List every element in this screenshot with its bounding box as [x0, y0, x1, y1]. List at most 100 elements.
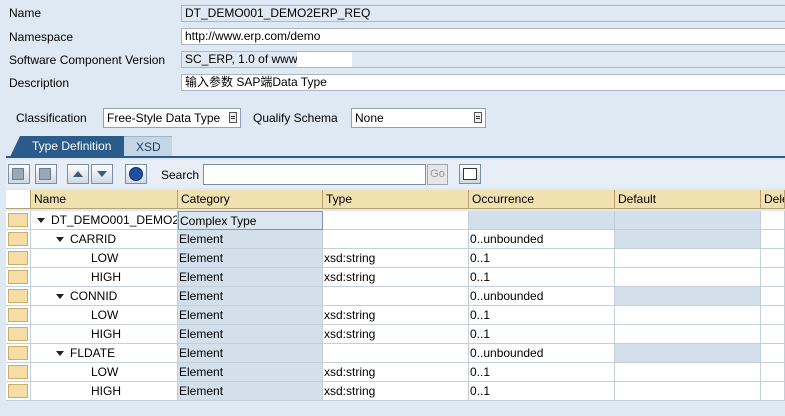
- category-value: Element: [179, 346, 224, 360]
- table-row[interactable]: CONNID Element 0..unbounded: [6, 287, 785, 306]
- row-selector[interactable]: [6, 230, 31, 249]
- occurrence-cell: 0..1: [469, 268, 615, 287]
- type-cell: xsd:string: [323, 382, 469, 401]
- redacted-mask: [297, 52, 352, 67]
- row-selector[interactable]: [6, 363, 31, 382]
- name-cell[interactable]: HIGH: [31, 382, 178, 401]
- table-row[interactable]: HIGH Element xsd:string 0..1: [6, 382, 785, 401]
- type-cell: xsd:string: [323, 306, 469, 325]
- dele-cell: [761, 382, 785, 401]
- category-value: Element: [179, 327, 224, 341]
- category-cell: Element: [178, 363, 323, 382]
- type-cell: xsd:string: [323, 363, 469, 382]
- row-selector-box: [8, 365, 28, 379]
- node-name: LOW: [91, 308, 119, 322]
- table-row[interactable]: LOW Element xsd:string 0..1: [6, 249, 785, 268]
- scv-field[interactable]: SC_ERP, 1.0 of www: [181, 51, 785, 68]
- node-name: LOW: [91, 365, 119, 379]
- search-input[interactable]: [203, 164, 426, 185]
- row-selector[interactable]: [6, 249, 31, 268]
- occurrence-cell: 0..1: [469, 325, 615, 344]
- name-cell[interactable]: LOW: [31, 306, 178, 325]
- select-all-cell[interactable]: [6, 190, 31, 209]
- namespace-field[interactable]: http://www.erp.com/demo: [181, 28, 785, 45]
- tab-underline: [6, 156, 785, 158]
- table-row[interactable]: HIGH Element xsd:string 0..1: [6, 268, 785, 287]
- category-value: Complex Type: [180, 214, 257, 228]
- row-selector[interactable]: [6, 287, 31, 306]
- default-col-header[interactable]: Default: [615, 190, 761, 209]
- row-selector[interactable]: [6, 382, 31, 401]
- row-selector[interactable]: [6, 211, 31, 230]
- expand-caret-icon[interactable]: [56, 237, 64, 243]
- table-row[interactable]: CARRID Element 0..unbounded: [6, 230, 785, 249]
- table-row[interactable]: FLDATE Element 0..unbounded: [6, 344, 785, 363]
- category-value: Element: [179, 308, 224, 322]
- row-selector[interactable]: [6, 306, 31, 325]
- classification-select[interactable]: Free-Style Data Type: [103, 108, 241, 128]
- occurrence-value: 0..unbounded: [470, 289, 544, 303]
- refresh-button[interactable]: [125, 164, 147, 184]
- row-selector[interactable]: [6, 268, 31, 287]
- table-row[interactable]: DT_DEMO001_DEMO2ERP_REQComplex Type: [6, 211, 785, 230]
- table-row[interactable]: LOW Element xsd:string 0..1: [6, 306, 785, 325]
- tab-type-definition[interactable]: Type Definition: [10, 136, 124, 157]
- table-row[interactable]: LOW Element xsd:string 0..1: [6, 363, 785, 382]
- name-col-header[interactable]: Name: [31, 190, 178, 209]
- dele-cell: [761, 268, 785, 287]
- default-cell: [615, 230, 761, 249]
- dele-cell: [761, 344, 785, 363]
- occurrence-cell: 0..1: [469, 249, 615, 268]
- qualify-schema-select[interactable]: None: [351, 108, 486, 128]
- arrow-up-icon: [73, 171, 83, 177]
- table-header-row: NameCategoryTypeOccurrenceDefaultDele: [6, 190, 785, 209]
- move-down-button[interactable]: [91, 164, 113, 184]
- default-cell: [615, 268, 761, 287]
- expand-caret-icon[interactable]: [56, 294, 64, 300]
- name-cell[interactable]: HIGH: [31, 325, 178, 344]
- category-col-header[interactable]: Category: [178, 190, 323, 209]
- category-value: Element: [179, 289, 224, 303]
- type-col-header[interactable]: Type: [323, 190, 469, 209]
- category-cell: Element: [178, 306, 323, 325]
- occurrence-cell: 0..unbounded: [469, 287, 615, 306]
- move-up-button[interactable]: [67, 164, 89, 184]
- category-cell: Element: [178, 382, 323, 401]
- row-selector[interactable]: [6, 344, 31, 363]
- name-cell[interactable]: LOW: [31, 249, 178, 268]
- name-cell[interactable]: DT_DEMO001_DEMO2ERP_REQ: [31, 211, 178, 230]
- type-cell: [323, 211, 469, 230]
- name-cell[interactable]: FLDATE: [31, 344, 178, 363]
- occurrence-value: 0..1: [470, 365, 491, 379]
- node-name: HIGH: [91, 270, 121, 284]
- expand-caret-icon[interactable]: [56, 351, 64, 357]
- name-cell[interactable]: CONNID: [31, 287, 178, 306]
- column-settings-icon: [463, 168, 477, 180]
- delete-col-header[interactable]: Dele: [761, 190, 785, 209]
- dele-cell: [761, 306, 785, 325]
- column-settings-button[interactable]: [459, 164, 481, 184]
- default-cell: [615, 287, 761, 306]
- name-field[interactable]: DT_DEMO001_DEMO2ERP_REQ: [181, 5, 785, 22]
- delete-row-button[interactable]: [35, 164, 57, 184]
- description-field[interactable]: 输入参数 SAP端Data Type: [181, 74, 785, 91]
- table-row[interactable]: HIGH Element xsd:string 0..1: [6, 325, 785, 344]
- category-value: Element: [179, 270, 224, 284]
- name-cell[interactable]: HIGH: [31, 268, 178, 287]
- delete-row-icon: [39, 168, 51, 180]
- category-cell: Element: [178, 268, 323, 287]
- scv-label: Software Component Version: [9, 53, 166, 67]
- occurrence-col-header[interactable]: Occurrence: [469, 190, 615, 209]
- category-cell: Element: [178, 230, 323, 249]
- dele-cell: [761, 287, 785, 306]
- name-cell[interactable]: LOW: [31, 363, 178, 382]
- go-button[interactable]: Go: [427, 164, 448, 185]
- expand-caret-icon[interactable]: [37, 218, 45, 224]
- search-label: Search: [161, 168, 200, 182]
- name-cell[interactable]: CARRID: [31, 230, 178, 249]
- row-selector[interactable]: [6, 325, 31, 344]
- insert-row-button[interactable]: [8, 164, 30, 184]
- name-label: Name: [9, 6, 42, 20]
- default-cell: [615, 325, 761, 344]
- tab-xsd[interactable]: XSD: [124, 136, 172, 157]
